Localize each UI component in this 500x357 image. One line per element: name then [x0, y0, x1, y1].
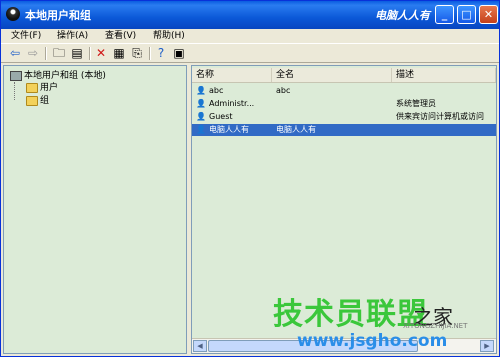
forward-arrow-icon[interactable]: ⇨: [25, 46, 41, 61]
menu-view[interactable]: 查看(V): [105, 29, 136, 43]
show-tree-icon[interactable]: ▤: [69, 46, 85, 61]
row-description: 系统管理员: [396, 99, 436, 108]
row-name: 电脑人人有: [209, 125, 249, 134]
export-list-icon[interactable]: ⎘: [129, 46, 145, 61]
tree-root[interactable]: 本地用户和组 (本地): [8, 70, 106, 82]
close-button[interactable]: ✕: [479, 5, 498, 24]
tree-item-users[interactable]: 用户: [24, 82, 58, 94]
row-description: 供来宾访问计算机或访问: [396, 112, 484, 121]
tree-item-label: 用户: [40, 83, 59, 93]
list-header: 名称 全名 描述: [192, 68, 496, 83]
tree-item-groups[interactable]: 组: [24, 95, 49, 107]
title-brand-text: 电脑人人有: [375, 9, 430, 22]
scroll-right-icon[interactable]: ▶: [480, 340, 494, 352]
row-fullname: 电脑人人有: [276, 125, 316, 134]
table-row[interactable]: 👤 Guest 供来宾访问计算机或访问: [192, 111, 496, 123]
minimize-button[interactable]: _: [435, 5, 454, 24]
table-row[interactable]: 👤 Administr... 系统管理员: [192, 98, 496, 110]
folder-icon: [26, 83, 38, 93]
tree-root-label: 本地用户和组 (本地): [24, 71, 106, 81]
column-header-description[interactable]: 描述: [392, 68, 496, 82]
column-header-name[interactable]: 名称: [192, 68, 272, 82]
tree-pane: 本地用户和组 (本地) 用户 组: [3, 65, 187, 354]
menu-file[interactable]: 文件(F): [11, 29, 41, 43]
row-name: abc: [209, 86, 224, 95]
row-name: Administr...: [209, 99, 255, 108]
delete-icon[interactable]: ✕: [93, 46, 109, 61]
table-row-selected[interactable]: 👤 电脑人人有 电脑人人有: [192, 124, 496, 136]
title-bar[interactable]: 本地用户和组 电脑人人有 _ □ ✕: [1, 1, 499, 29]
column-header-fullname[interactable]: 全名: [272, 68, 392, 82]
row-fullname: abc: [276, 86, 291, 95]
user-icon: 👤: [196, 125, 206, 134]
tree-item-label: 组: [40, 96, 50, 106]
row-name: Guest: [209, 112, 233, 121]
user-icon: 👤: [196, 86, 206, 95]
help-icon[interactable]: ?: [153, 46, 169, 61]
toolbar: ⇦ ⇨ 🗀 ▤ ✕ ▦ ⎘ ? ▣: [1, 43, 499, 63]
watermark-url: www.jsgho.com: [297, 331, 448, 351]
scroll-left-icon[interactable]: ◀: [193, 340, 207, 352]
watermark-small: XITONGZHIJIA.NET: [403, 322, 468, 330]
table-row[interactable]: 👤 abc abc: [192, 85, 496, 97]
menu-bar: 文件(F) 操作(A) 查看(V) 帮助(H): [1, 29, 499, 43]
properties-icon[interactable]: ▦: [111, 46, 127, 61]
window-title: 本地用户和组: [25, 9, 91, 22]
folder-icon: [26, 96, 38, 106]
menu-action[interactable]: 操作(A): [57, 29, 88, 43]
up-folder-icon[interactable]: 🗀: [51, 46, 67, 61]
back-arrow-icon[interactable]: ⇦: [7, 46, 23, 61]
main-window: 本地用户和组 电脑人人有 _ □ ✕ 文件(F) 操作(A) 查看(V) 帮助(…: [0, 0, 500, 357]
disabled-user-icon: 👤: [196, 112, 206, 121]
computer-icon: [10, 71, 22, 81]
maximize-button[interactable]: □: [457, 5, 476, 24]
menu-help[interactable]: 帮助(H): [153, 29, 185, 43]
app-icon: [6, 7, 20, 21]
user-icon: 👤: [196, 99, 206, 108]
console-tree-icon[interactable]: ▣: [171, 46, 187, 61]
